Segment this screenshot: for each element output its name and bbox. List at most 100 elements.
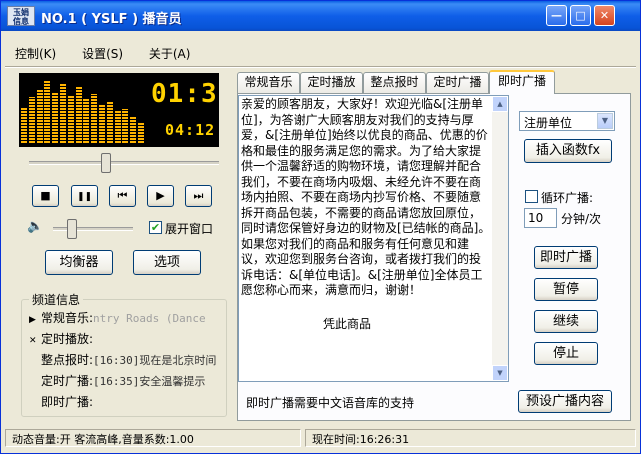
- info-value: [16:30]现在是北京时间: [93, 354, 217, 367]
- play-icon: ▶: [156, 189, 165, 202]
- title-bar[interactable]: 玉娟 信息 NO.1 ( YSLF ) 播音员 — □ ✕: [1, 1, 640, 31]
- text-scrollbar[interactable]: ▲ ▼: [492, 96, 508, 381]
- scroll-down-arrow[interactable]: ▼: [492, 365, 508, 381]
- stop-icon: ■: [40, 189, 51, 202]
- spectrum-bar: [36, 89, 43, 143]
- expand-window-checkbox[interactable]: ✔: [149, 221, 162, 234]
- spectrum-bar: [99, 105, 105, 143]
- previous-button[interactable]: ⏮: [109, 185, 136, 207]
- close-icon: ✕: [599, 9, 610, 22]
- options-button[interactable]: 选项: [133, 250, 201, 275]
- tts-hint: 即时广播需要中文语音库的支持: [246, 396, 415, 410]
- tab-regular-music[interactable]: 常规音乐: [237, 72, 300, 93]
- broadcast-text: 亲爱的顾客朋友，大家好！欢迎光临&[注册单位]，为答谢广大顾客朋友对我们的支持与…: [241, 97, 491, 297]
- info-label: 定时广播:: [41, 374, 94, 388]
- info-row-hourly-chime: 整点报时:[16:30]现在是北京时间: [29, 351, 225, 368]
- channel-info-title: 频道信息: [29, 291, 84, 308]
- volume-track[interactable]: [53, 227, 133, 231]
- next-icon: ⏭: [193, 189, 204, 202]
- spectrum-bar: [114, 111, 121, 143]
- seek-track[interactable]: [29, 161, 219, 165]
- spectrum-bar: [52, 92, 59, 143]
- total-time: 04:12: [165, 121, 216, 139]
- info-row-timed-broadcast: 定时广播:[16:35]安全温馨提示: [29, 372, 225, 389]
- menu-bar: 控制(K) 设置(S) 关于(A): [9, 44, 206, 64]
- pause-button[interactable]: ❚❚: [71, 185, 98, 207]
- insert-function-button[interactable]: 插入函数fx: [524, 139, 612, 163]
- equalizer-button[interactable]: 均衡器: [45, 250, 113, 275]
- insert-function-select[interactable]: 注册单位 ▼: [519, 111, 615, 131]
- minimize-icon: —: [551, 9, 562, 22]
- tab-instant-broadcast[interactable]: 即时广播: [489, 70, 555, 94]
- loop-broadcast-checkbox[interactable]: [525, 190, 538, 203]
- spectrum-bar: [44, 80, 51, 143]
- status-bar: 动态音量:开 客流高峰,音量系数:1.00 现在时间:16:26:31: [5, 429, 636, 449]
- tab-hourly-chime[interactable]: 整点报时: [363, 72, 426, 93]
- spectrum-bar: [122, 109, 129, 143]
- app-logo-text: 玉娟 信息: [13, 8, 29, 26]
- spectrum-bar: [106, 102, 113, 143]
- tab-timed-broadcast[interactable]: 定时广播: [426, 72, 489, 93]
- main-window: 玉娟 信息 NO.1 ( YSLF ) 播音员 — □ ✕ 控制(K) 设置(S…: [0, 0, 641, 454]
- playing-arrow-icon: ▶: [29, 315, 36, 325]
- menu-about[interactable]: 关于(A): [143, 44, 197, 63]
- info-label: 即时广播:: [41, 395, 94, 409]
- expand-window-label: 展开窗口: [165, 222, 214, 236]
- app-logo: 玉娟 信息: [7, 6, 35, 26]
- spectrum-bar: [67, 95, 74, 143]
- info-row-instant-broadcast: 即时广播:: [29, 393, 225, 410]
- spectrum-bar: [130, 117, 137, 143]
- broadcast-text-area[interactable]: 亲爱的顾客朋友，大家好！欢迎光临&[注册单位]，为答谢广大顾客朋友对我们的支持与…: [238, 95, 509, 382]
- menu-control[interactable]: 控制(K): [9, 44, 62, 63]
- spectrum-bar: [21, 107, 27, 143]
- info-label: 整点报时:: [41, 353, 94, 367]
- info-row-timed-play: ✕ 定时播放:: [29, 330, 225, 347]
- spectrum-display: 01:35 04:12: [19, 73, 219, 147]
- elapsed-time: 01:35: [151, 79, 219, 109]
- info-label: 定时播放:: [41, 332, 94, 346]
- pause-icon: ❚❚: [76, 192, 93, 202]
- next-button[interactable]: ⏭: [185, 185, 212, 207]
- status-volume: 动态音量:开 客流高峰,音量系数:1.00: [5, 429, 301, 447]
- stop-broadcast-button[interactable]: 停止: [534, 342, 598, 365]
- loop-broadcast-label: 循环广播:: [541, 191, 594, 205]
- play-button[interactable]: ▶: [147, 185, 174, 207]
- insert-function-select-value: 注册单位: [524, 116, 573, 130]
- tab-timed-play[interactable]: 定时播放: [300, 72, 363, 93]
- previous-icon: ⏮: [117, 189, 128, 202]
- check-icon: ✔: [150, 221, 161, 234]
- info-label: 常规音乐:: [41, 311, 94, 325]
- spectrum-bar: [75, 87, 82, 143]
- scroll-up-arrow[interactable]: ▲: [492, 96, 508, 112]
- volume-slider-thumb[interactable]: [67, 219, 77, 239]
- close-button[interactable]: ✕: [594, 5, 615, 26]
- seek-slider-thumb[interactable]: [101, 153, 111, 173]
- pause-broadcast-button[interactable]: 暂停: [534, 278, 598, 301]
- spectrum-bar: [60, 84, 66, 143]
- status-clock: 现在时间:16:26:31: [305, 429, 636, 447]
- info-value: ntry Roads (Dance: [93, 312, 206, 325]
- spectrum-bar: [138, 123, 144, 143]
- text-overlay: 凭此商品: [323, 315, 372, 332]
- disabled-x-icon: ✕: [29, 336, 37, 346]
- chevron-down-icon[interactable]: ▼: [597, 113, 613, 129]
- spectrum-bars: [21, 77, 145, 143]
- stop-button[interactable]: ■: [32, 185, 59, 207]
- window-title: NO.1 ( YSLF ) 播音员: [41, 12, 182, 27]
- minimize-button[interactable]: —: [546, 5, 567, 26]
- maximize-button[interactable]: □: [570, 5, 591, 26]
- continue-broadcast-button[interactable]: 继续: [534, 310, 598, 333]
- broadcast-now-button[interactable]: 即时广播: [534, 246, 598, 269]
- preset-broadcast-button[interactable]: 预设广播内容: [518, 390, 612, 413]
- menu-settings[interactable]: 设置(S): [76, 44, 129, 63]
- menu-divider: [5, 66, 636, 68]
- maximize-icon: □: [575, 9, 586, 22]
- info-value: [16:35]安全温馨提示: [93, 375, 206, 388]
- spectrum-bar: [91, 94, 98, 143]
- info-row-regular-music: ▶ 常规音乐:ntry Roads (Dance: [29, 309, 225, 326]
- spectrum-bar: [28, 97, 35, 143]
- spectrum-bar: [83, 99, 90, 143]
- speaker-icon: 🔈: [27, 219, 44, 234]
- interval-input[interactable]: 10: [524, 208, 557, 228]
- interval-unit-label: 分钟/次: [561, 212, 602, 226]
